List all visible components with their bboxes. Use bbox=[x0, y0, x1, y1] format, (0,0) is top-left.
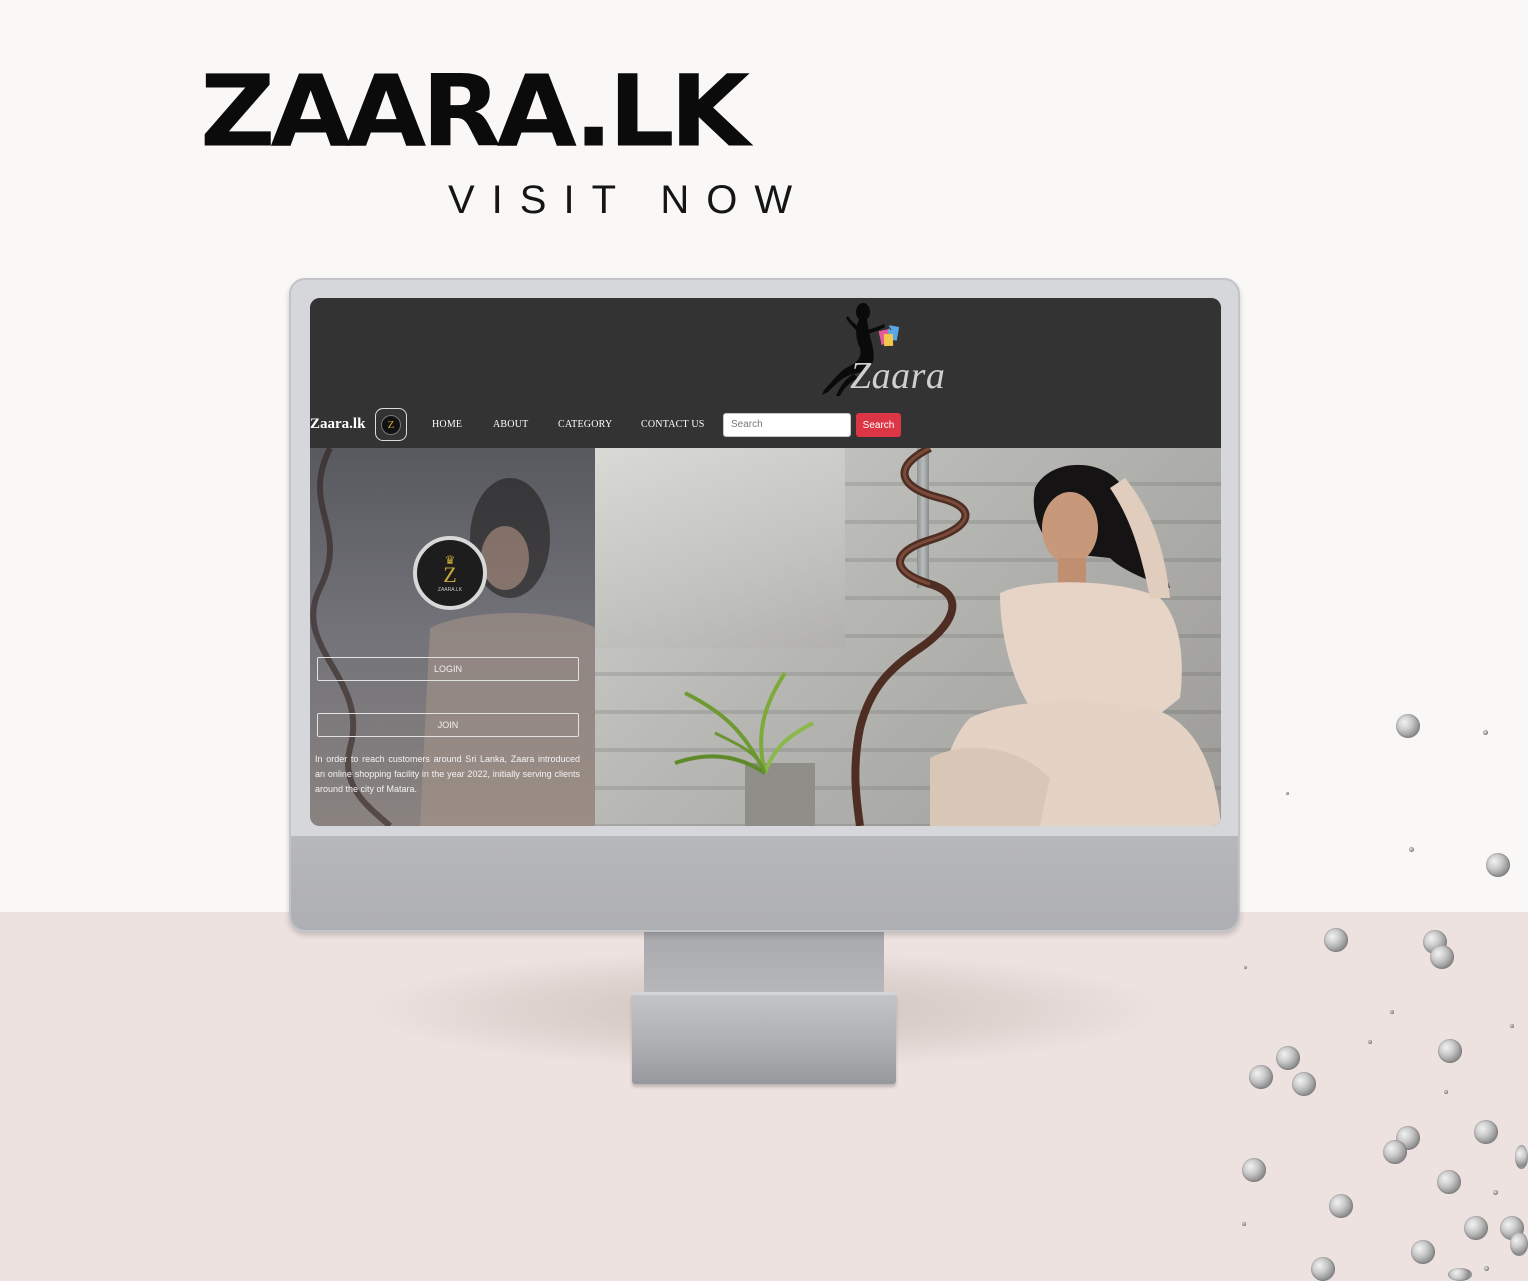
hero-plant bbox=[674, 671, 815, 826]
navbar-brand-icon[interactable]: Z bbox=[375, 408, 407, 441]
logo-z-letter: Z bbox=[443, 561, 457, 587]
nav-contact-us[interactable]: CONTACT US bbox=[641, 419, 705, 430]
monitor-stand-neck bbox=[644, 926, 884, 996]
nav-category[interactable]: CATEGORY bbox=[558, 419, 612, 430]
site-logo-text: Zaara bbox=[850, 355, 946, 397]
join-button[interactable]: JOIN bbox=[317, 713, 579, 737]
navbar-brand[interactable]: Zaara.lk bbox=[310, 416, 365, 433]
auth-panel: ♛ Z ZAARA.LK LOGIN JOIN In order to reac… bbox=[310, 448, 595, 826]
logo-caption: ZAARA.LK bbox=[437, 586, 463, 593]
poster-headline: ZAARA.LK bbox=[200, 53, 750, 170]
auth-panel-logo: ♛ Z ZAARA.LK bbox=[413, 536, 487, 610]
website-screen: Zaara Zaara.lk Z HOME ABOUT CATEGORY CON… bbox=[310, 298, 1221, 826]
hero-model bbox=[930, 464, 1221, 826]
monitor-frame: Zaara Zaara.lk Z HOME ABOUT CATEGORY CON… bbox=[289, 278, 1240, 932]
search-input[interactable]: Search bbox=[723, 413, 851, 437]
brand-z-icon: Z bbox=[381, 414, 401, 435]
poster-subline: VISIT NOW bbox=[448, 178, 810, 222]
about-description: In order to reach customers around Sri L… bbox=[315, 754, 580, 794]
hero-image: ♛ Z ZAARA.LK LOGIN JOIN In order to reac… bbox=[310, 448, 1221, 826]
nav-home[interactable]: HOME bbox=[432, 419, 462, 430]
login-button[interactable]: LOGIN bbox=[317, 657, 579, 681]
search-button[interactable]: Search bbox=[856, 413, 901, 437]
monitor-stand-base bbox=[632, 992, 896, 1084]
monitor-chin bbox=[291, 836, 1238, 930]
nav-about[interactable]: ABOUT bbox=[493, 419, 528, 430]
site-header: Zaara Zaara.lk Z HOME ABOUT CATEGORY CON… bbox=[310, 298, 1221, 448]
